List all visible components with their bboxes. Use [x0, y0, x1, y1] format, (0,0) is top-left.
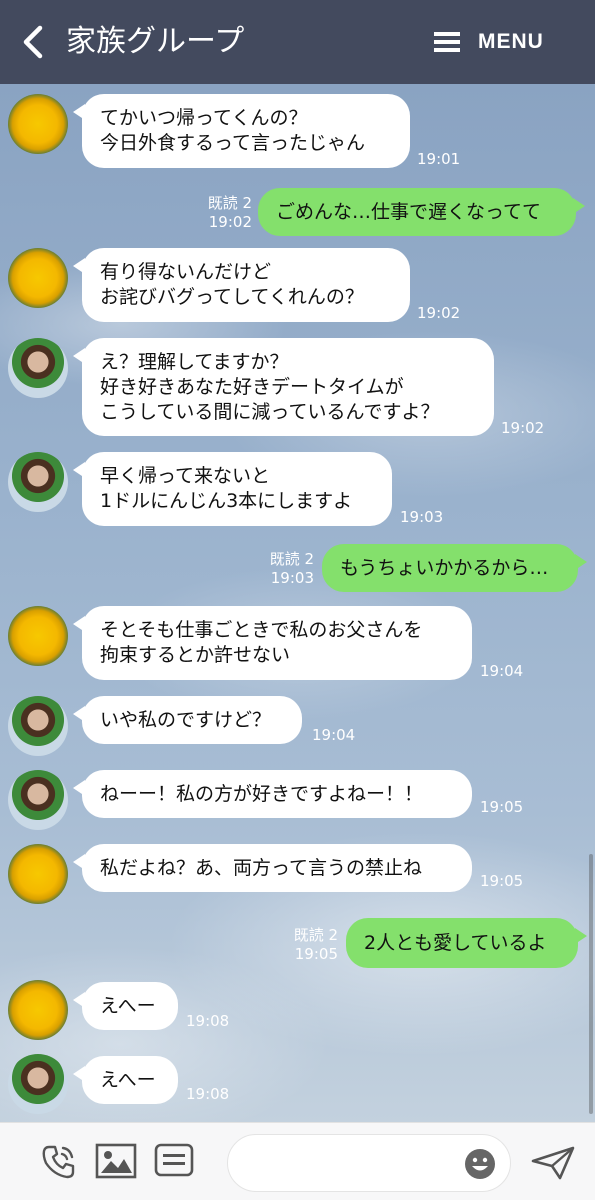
message-time: 19:05 [480, 798, 524, 816]
message-bubble[interactable]: もうちょいかかるから… [322, 544, 587, 592]
read-receipt: 既読 2 19:05 [276, 926, 338, 964]
message-bubble[interactable]: ねーー！私の方が好きですよねー！！ [73, 770, 472, 818]
message-bubble[interactable]: え？理解してますか？ 好き好きあなた好きデートタイムが こうしている間に減ってい… [73, 338, 494, 436]
message-bubble[interactable]: えへー [73, 1056, 178, 1104]
message-bubble[interactable]: いや私のですけど？ [73, 696, 302, 744]
keyboard-icon[interactable] [154, 1143, 194, 1177]
message-line: えへー [100, 1068, 156, 1091]
image-icon[interactable] [95, 1143, 137, 1179]
message-time: 19:05 [294, 945, 338, 963]
green-hat-girl-avatar[interactable] [8, 452, 68, 512]
message-line: こうしている間に減っているんですよ？ [100, 400, 440, 423]
message-line: 有り得ないんだけど [100, 261, 272, 283]
message-time: 19:08 [186, 1012, 230, 1030]
message-line: ねーー！私の方が好きですよねー！！ [100, 782, 424, 805]
message-line: 早く帰って来ないと [100, 465, 271, 487]
phone-icon[interactable] [40, 1143, 78, 1181]
message-time: 19:08 [186, 1085, 230, 1103]
dandelion-avatar[interactable] [8, 844, 68, 904]
read-status: 既読 2 [293, 926, 338, 944]
message-line: え？理解してますか？ [100, 350, 289, 373]
message-bubble[interactable]: 早く帰って来ないと 1ドルにんじん3本にしますよ [73, 452, 392, 526]
message-bubble[interactable]: 私だよね？あ、両方って言うの禁止ね [73, 844, 472, 892]
chat-header: 家族グループ MENU [0, 0, 595, 84]
dandelion-avatar[interactable] [8, 606, 68, 666]
input-bar [0, 1122, 595, 1200]
message-bubble[interactable]: 2人とも愛しているよ [346, 918, 587, 968]
message-time: 19:02 [208, 213, 252, 231]
menu-label: MENU [478, 30, 544, 53]
message-bubble[interactable]: そとそも仕事ごときで私のお父さんを 拘束するとか許せない [73, 606, 472, 680]
menu-button[interactable]: MENU [434, 27, 544, 57]
message-line: お詫びバグってしてくれんの？ [100, 286, 364, 308]
read-status: 既読 2 [207, 194, 252, 212]
message-line: いや私のですけど？ [100, 708, 272, 731]
message-line: ごめんな…仕事で遅くなってて [276, 200, 542, 223]
message-time: 19:02 [501, 419, 545, 437]
message-line: 好き好きあなた好きデートタイムが [100, 375, 404, 398]
message-time: 19:01 [417, 150, 461, 168]
dandelion-avatar[interactable] [8, 94, 68, 154]
message-line: てかいつ帰ってくんの？ [100, 107, 308, 129]
green-hat-girl-avatar[interactable] [8, 1054, 68, 1114]
message-time: 19:03 [270, 569, 314, 587]
dandelion-avatar[interactable] [8, 980, 68, 1040]
message-line: 1ドルにんじん3本にしますよ [100, 490, 353, 512]
message-line: もうちょいかかるから… [340, 556, 549, 579]
read-status: 既読 2 [269, 550, 314, 568]
dandelion-avatar[interactable] [8, 248, 68, 308]
green-hat-girl-avatar[interactable] [8, 338, 68, 398]
group-title: 家族グループ [66, 24, 245, 59]
message-line: 今日外食するって言ったじゃん [100, 132, 366, 154]
back-arrow-icon[interactable] [18, 22, 48, 62]
message-input[interactable] [227, 1134, 511, 1192]
message-line: そとそも仕事ごときで私のお父さんを [100, 619, 423, 641]
message-bubble[interactable]: てかいつ帰ってくんの？ 今日外食するって言ったじゃん [73, 94, 410, 168]
message-time: 19:05 [480, 872, 524, 890]
message-time: 19:04 [312, 726, 356, 744]
scrollbar[interactable] [589, 854, 593, 1114]
emoji-icon[interactable] [464, 1148, 496, 1180]
message-bubble[interactable]: 有り得ないんだけど お詫びバグってしてくれんの？ [73, 248, 410, 322]
chat-area[interactable]: てかいつ帰ってくんの？ 今日外食するって言ったじゃん 19:01 既読 2 19… [0, 84, 595, 1122]
read-receipt: 既読 2 19:03 [252, 550, 314, 588]
hamburger-icon [434, 32, 460, 52]
message-line: 拘束するとか許せない [100, 644, 291, 666]
message-bubble[interactable]: えへー [73, 982, 178, 1030]
message-line: 2人とも愛しているよ [364, 931, 547, 954]
green-hat-girl-avatar[interactable] [8, 770, 68, 830]
message-time: 19:02 [417, 304, 461, 322]
green-hat-girl-avatar[interactable] [8, 696, 68, 756]
message-time: 19:04 [480, 662, 524, 680]
message-time: 19:03 [400, 508, 444, 526]
send-icon[interactable] [530, 1145, 576, 1181]
read-receipt: 既読 2 19:02 [190, 194, 252, 232]
message-bubble[interactable]: ごめんな…仕事で遅くなってて [258, 188, 585, 236]
message-line: 私だよね？あ、両方って言うの禁止ね [100, 856, 423, 879]
message-line: えへー [100, 994, 156, 1017]
